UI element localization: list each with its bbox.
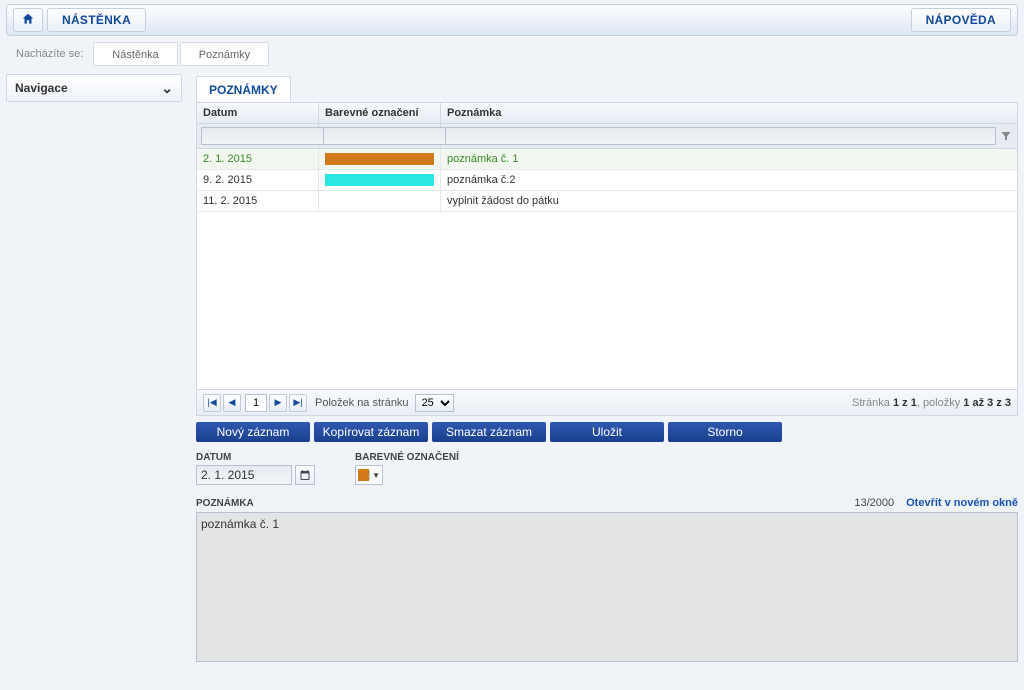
breadcrumb-item-nastenka[interactable]: Nástěnka [93, 42, 177, 66]
column-header-date[interactable]: Datum [197, 103, 319, 123]
column-header-color[interactable]: Barevné označení [319, 103, 441, 123]
navigation-toggle[interactable]: Navigace ⌄ [6, 74, 182, 102]
pager-current-page[interactable] [245, 394, 267, 412]
cell-date: 9. 2. 2015 [197, 170, 319, 190]
help-button[interactable]: NÁPOVĚDA [911, 8, 1011, 32]
open-in-new-window-link[interactable]: Otevřít v novém okně [906, 497, 1018, 509]
home-button[interactable] [13, 8, 43, 32]
cell-note: poznámka č. 1 [441, 149, 1017, 169]
table-row[interactable]: 9. 2. 2015 poznámka č.2 [197, 170, 1017, 191]
note-label: POZNÁMKA [196, 498, 254, 509]
top-toolbar: NÁSTĚNKA NÁPOVĚDA [6, 4, 1018, 36]
grid-header: Datum Barevné označení Poznámka [197, 103, 1017, 124]
pager-prev-button[interactable]: ◀ [223, 394, 241, 412]
chevron-down-icon: ⌄ [161, 80, 173, 97]
dropdown-arrow-icon: ▼ [369, 471, 382, 480]
pager: |◀ ◀ ▶ ▶| Položek na stránku 25 Stránka … [197, 389, 1017, 415]
main-panel: POZNÁMKY Datum Barevné označení Poznámka [196, 74, 1018, 665]
breadcrumb: Nacházíte se: Nástěnka Poznámky [6, 40, 1018, 68]
new-button[interactable]: Nový záznam [196, 422, 310, 442]
cancel-button[interactable]: Storno [668, 422, 782, 442]
filter-input-note[interactable] [445, 127, 996, 145]
date-label: DATUM [196, 452, 315, 463]
cell-color [319, 149, 441, 169]
per-page-label: Položek na stránku [315, 397, 409, 409]
pager-info: Stránka 1 z 1, položky 1 až 3 z 3 [852, 397, 1011, 409]
pager-first-button[interactable]: |◀ [203, 394, 221, 412]
color-bar [325, 174, 434, 186]
grid-filter-row [197, 124, 1017, 149]
home-icon [21, 12, 35, 29]
cell-date: 11. 2. 2015 [197, 191, 319, 211]
navigation-label: Navigace [15, 81, 68, 95]
action-row: Nový záznam Kopírovat záznam Smazat zázn… [196, 422, 1018, 442]
sidebar: Navigace ⌄ [6, 74, 182, 665]
grid-body: 2. 1. 2015 poznámka č. 1 9. 2. 2015 poznámk… [197, 149, 1017, 389]
date-input[interactable] [196, 465, 292, 485]
cell-date: 2. 1. 2015 [197, 149, 319, 169]
table-row[interactable]: 11. 2. 2015 vyplnit žádost do pátku [197, 191, 1017, 212]
breadcrumb-prefix: Nacházíte se: [6, 48, 93, 60]
calendar-icon[interactable] [295, 465, 315, 485]
table-row[interactable]: 2. 1. 2015 poznámka č. 1 [197, 149, 1017, 170]
note-header: POZNÁMKA 13/2000 Otevřít v novém okně [196, 497, 1018, 509]
nastenka-button[interactable]: NÁSTĚNKA [47, 8, 146, 32]
column-header-note[interactable]: Poznámka [441, 103, 1017, 123]
copy-button[interactable]: Kopírovat záznam [314, 422, 428, 442]
delete-button[interactable]: Smazat záznam [432, 422, 546, 442]
color-swatch [358, 469, 369, 481]
save-button[interactable]: Uložit [550, 422, 664, 442]
cell-note: poznámka č.2 [441, 170, 1017, 190]
tab-poznamky[interactable]: POZNÁMKY [196, 76, 291, 102]
form-row: DATUM BAREVNÉ OZNAČENÍ ▼ [196, 452, 1018, 485]
filter-icon[interactable] [999, 129, 1013, 143]
pager-next-button[interactable]: ▶ [269, 394, 287, 412]
color-field: BAREVNÉ OZNAČENÍ ▼ [355, 452, 459, 485]
breadcrumb-item-poznamky[interactable]: Poznámky [180, 42, 269, 66]
pager-last-button[interactable]: ▶| [289, 394, 307, 412]
color-bar [325, 153, 434, 165]
note-textarea[interactable] [196, 512, 1018, 662]
color-select[interactable]: ▼ [355, 465, 383, 485]
cell-color [319, 170, 441, 190]
char-count: 13/2000 [854, 497, 894, 509]
per-page-select[interactable]: 25 [415, 394, 454, 412]
grid: Datum Barevné označení Poznámka 2. 1. [196, 102, 1018, 416]
tab-row: POZNÁMKY [196, 74, 1018, 102]
cell-note: vyplnit žádost do pátku [441, 191, 1017, 211]
date-field: DATUM [196, 452, 315, 485]
color-label: BAREVNÉ OZNAČENÍ [355, 452, 459, 463]
cell-color [319, 191, 441, 211]
